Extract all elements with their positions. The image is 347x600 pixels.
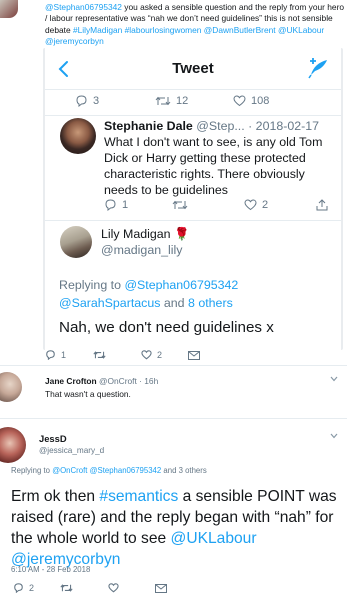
tweet-text: Erm ok then #semantics a sensible POINT … [11, 486, 341, 570]
heart-icon [233, 95, 246, 107]
avatar[interactable] [0, 427, 26, 463]
author-handle: @madigan_lily [101, 243, 183, 257]
mail-icon [155, 584, 167, 593]
tweet-text: That wasn't a question. [45, 389, 131, 399]
avatar[interactable] [60, 226, 92, 258]
reply-count: 1 [61, 350, 67, 360]
timestamp: 6:10 AM - 28 Feb 2018 [11, 565, 91, 574]
heart-icon [141, 350, 152, 360]
replying-to: Replying to @OnCroft @Stephan06795342 an… [11, 466, 207, 475]
reply-icon [14, 583, 23, 593]
like-button[interactable]: 2 [244, 199, 268, 211]
author-name[interactable]: JessD [39, 433, 67, 444]
action-bar: 1 2 [45, 350, 335, 364]
replying-to: Replying to @Stephan06795342 [59, 278, 239, 292]
card-header: Tweet [45, 48, 341, 90]
reply-button[interactable]: 3 [75, 95, 99, 107]
like-button[interactable]: 108 [233, 95, 269, 107]
retweet-button[interactable] [172, 199, 188, 211]
avatar[interactable] [0, 372, 22, 402]
reply-icon [46, 350, 55, 360]
rose-emoji: 🌹 [174, 227, 190, 241]
reply-button[interactable]: 1 [104, 199, 128, 211]
like-button[interactable] [108, 583, 119, 593]
chevron-down-icon[interactable] [330, 376, 338, 382]
hashtag-link[interactable]: #semantics [99, 488, 178, 505]
retweet-icon [172, 200, 188, 210]
reply-icon [76, 95, 87, 107]
mention-link[interactable]: @jeremycorbyn [45, 36, 104, 46]
author-name[interactable]: Jane Crofton [45, 376, 97, 386]
others-link[interactable]: 8 others [188, 296, 233, 310]
quoted-action-bar: 1 2 [104, 199, 338, 213]
reply-button[interactable]: 2 [13, 583, 34, 593]
top-action-bar: 3 12 108 [75, 95, 335, 111]
like-count: 2 [157, 350, 163, 360]
retweet-icon [93, 351, 106, 359]
author-handle-date: @Step... · 2018-02-17 [196, 119, 320, 133]
mention-link[interactable]: @OnCroft [52, 466, 87, 475]
chevron-down-icon[interactable] [330, 433, 338, 439]
like-count: 2 [262, 199, 269, 211]
retweet-button[interactable] [60, 583, 73, 593]
heart-icon [108, 583, 119, 593]
reply-button[interactable]: 1 [45, 350, 66, 360]
reply-count: 3 [93, 95, 100, 107]
mail-icon [188, 351, 200, 360]
action-bar: 2 [13, 583, 313, 597]
author-handle: @jessica_mary_d [39, 446, 105, 455]
author-name[interactable]: Stephanie Dale [104, 119, 193, 133]
compose-tweet-icon[interactable] [307, 57, 331, 79]
author-handle-time: @OnCroft · 16h [98, 376, 159, 386]
mention-link[interactable]: @Stephan06795342 [124, 278, 238, 292]
mention-link[interactable]: @DawnButlerBrent [204, 25, 276, 35]
divider [45, 115, 341, 116]
retweet-icon [155, 96, 171, 106]
heart-icon [244, 199, 257, 211]
retweet-count: 12 [176, 95, 189, 107]
reply-icon [105, 199, 116, 211]
mail-button[interactable] [188, 351, 200, 360]
retweet-button[interactable] [93, 350, 106, 360]
quoted-tweet-text: What I don't want to see, is any old Tom… [104, 135, 323, 197]
mention-link[interactable]: @UKLabour [278, 25, 324, 35]
tweet-3: JessD @jessica_mary_d Replying to @OnCro… [0, 419, 347, 600]
share-button[interactable] [316, 199, 328, 211]
divider [45, 220, 341, 221]
reply-count: 1 [122, 199, 129, 211]
text-segment: Erm ok then [11, 488, 100, 505]
author-name[interactable]: Lily Madigan [101, 227, 171, 241]
hashtag-link[interactable]: #LilyMadigan [73, 25, 122, 35]
mention-link[interactable]: @Stephan06795342 [45, 2, 122, 12]
mention-link[interactable]: @Stephan06795342 [90, 466, 162, 475]
replying-to-cont: @SarahSpartacus and 8 others [59, 296, 233, 310]
mail-button[interactable] [155, 584, 167, 593]
avatar[interactable] [0, 0, 18, 18]
tweet-1: @Stephan06795342 you asked a sensible qu… [0, 0, 347, 366]
tweet-text: @Stephan06795342 you asked a sensible qu… [45, 2, 345, 48]
tweet-2: Jane Crofton @OnCroft · 16h That wasn't … [0, 366, 347, 418]
mention-link[interactable]: @SarahSpartacus [59, 296, 160, 310]
reply-tweet-text: Nah, we don't need guidelines x [59, 319, 274, 336]
reply-count: 2 [29, 583, 35, 593]
embedded-screenshot: Tweet 3 12 108 Stephanie Dale @Step... ·… [43, 48, 343, 350]
avatar[interactable] [60, 118, 96, 154]
like-count: 108 [251, 95, 270, 107]
retweet-icon [60, 584, 73, 592]
retweet-button[interactable]: 12 [155, 95, 188, 107]
mention-link[interactable]: @UKLabour [171, 530, 257, 547]
like-button[interactable]: 2 [141, 350, 162, 360]
hashtag-link[interactable]: #labourlosingwomen [125, 25, 202, 35]
card-title: Tweet [172, 60, 214, 77]
share-icon [316, 199, 328, 211]
